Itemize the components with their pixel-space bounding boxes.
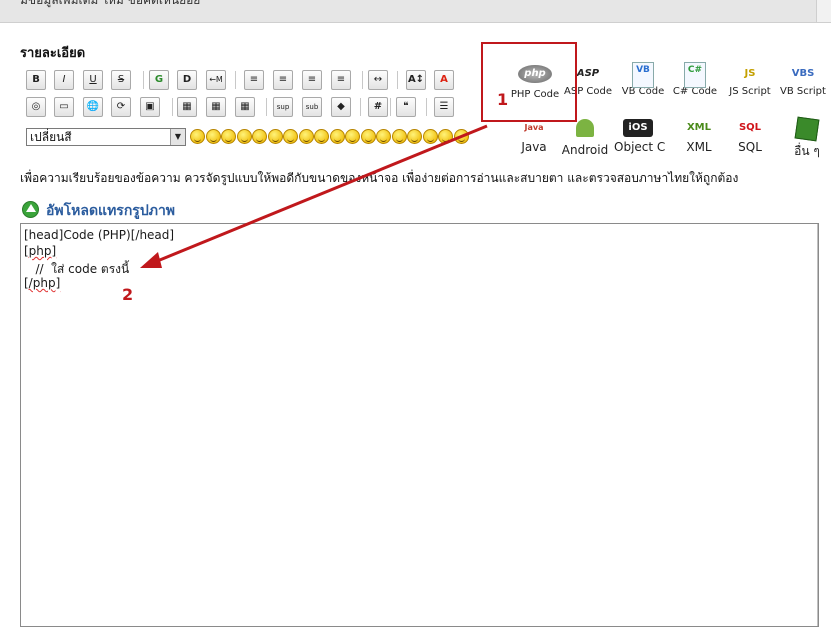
- annotation-arrow-line: [149, 124, 488, 266]
- annotation-arrow-head: [140, 252, 162, 268]
- annotation-arrow: [140, 124, 488, 268]
